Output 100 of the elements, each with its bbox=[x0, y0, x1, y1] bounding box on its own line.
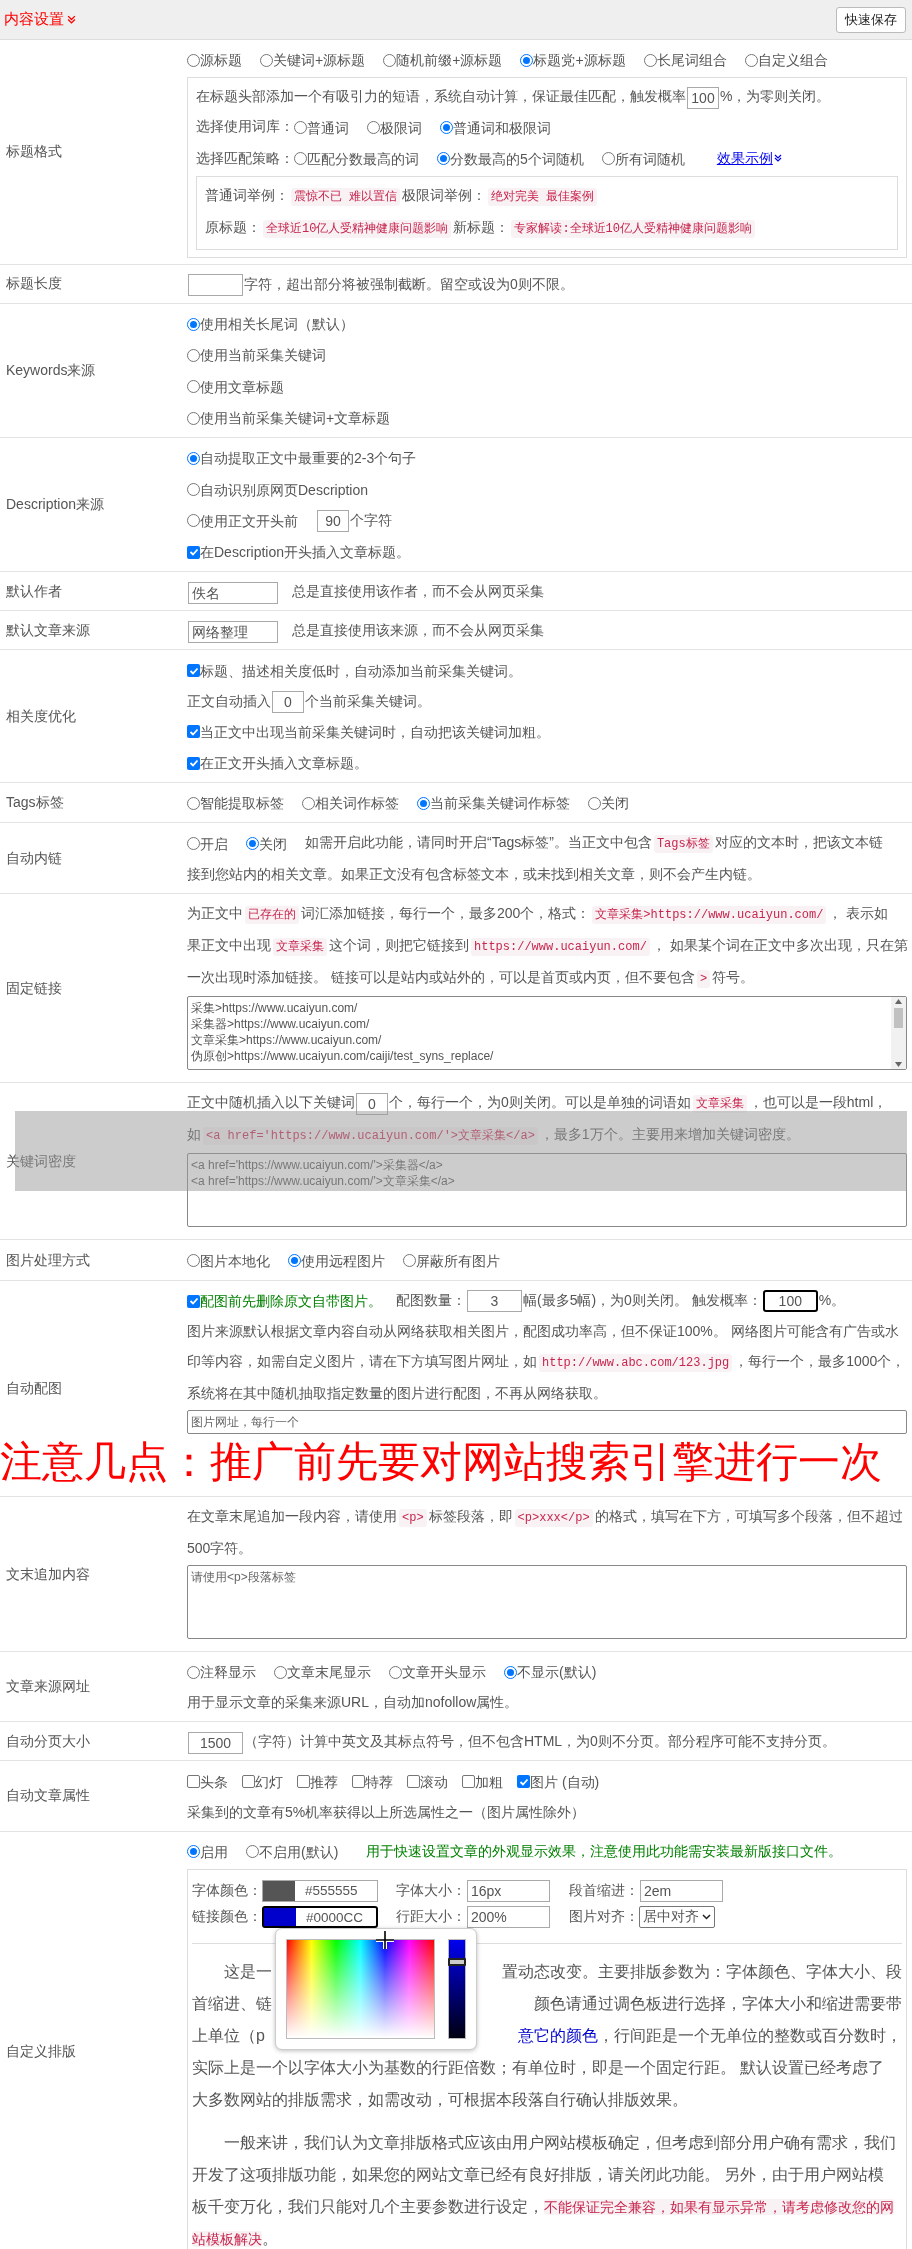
scroll-thumb[interactable] bbox=[894, 1008, 903, 1029]
text-field[interactable]: 3 bbox=[467, 1290, 522, 1313]
color-field[interactable]: #0000CC bbox=[262, 1905, 378, 1928]
radio-option[interactable]: 普通词和极限词 bbox=[440, 112, 551, 143]
checkbox[interactable] bbox=[187, 664, 200, 678]
text-field[interactable] bbox=[188, 274, 243, 297]
slider-handle[interactable] bbox=[448, 1957, 467, 1966]
checkbox-option[interactable]: 幻灯 bbox=[242, 1766, 283, 1797]
radio-button[interactable] bbox=[383, 53, 397, 67]
radio-button[interactable] bbox=[187, 514, 200, 528]
radio-button[interactable] bbox=[440, 121, 453, 135]
radio-button[interactable] bbox=[187, 411, 200, 425]
checkbox[interactable] bbox=[187, 725, 200, 739]
radio-button[interactable] bbox=[744, 53, 758, 67]
radio-button[interactable] bbox=[504, 1665, 517, 1679]
radio-button[interactable] bbox=[187, 1845, 200, 1859]
text-field[interactable]: 网络整理 bbox=[188, 620, 278, 643]
checkbox-option[interactable]: 图片 (自动) bbox=[517, 1766, 600, 1797]
text-field[interactable]: 2em bbox=[640, 1879, 723, 1902]
checkbox-option[interactable]: 加粗 bbox=[462, 1766, 503, 1797]
radio-option[interactable]: 普通词 bbox=[294, 112, 349, 143]
radio-option[interactable]: 使用文章标题 bbox=[187, 371, 284, 402]
checkbox[interactable] bbox=[187, 1294, 200, 1308]
text-field[interactable]: 0 bbox=[272, 690, 304, 713]
radio-option[interactable]: 不显示(默认) bbox=[504, 1657, 597, 1688]
checkbox-option[interactable]: 头条 bbox=[187, 1766, 228, 1797]
radio-option[interactable]: 长尾词组合 bbox=[643, 45, 727, 76]
checkbox[interactable] bbox=[242, 1775, 255, 1789]
checkbox[interactable] bbox=[187, 1775, 200, 1789]
radio-option[interactable]: 使用当前采集关键词+文章标题 bbox=[187, 403, 391, 434]
radio-button[interactable] bbox=[520, 53, 534, 67]
radio-option[interactable]: 关键词+源标题 bbox=[260, 45, 366, 76]
checkbox-option[interactable]: 推荐 bbox=[297, 1766, 338, 1797]
radio-option[interactable]: 所有词随机 bbox=[601, 143, 685, 174]
radio-option[interactable]: 屏蔽所有图片 bbox=[403, 1245, 500, 1276]
text-field[interactable]: 16px bbox=[467, 1879, 550, 1902]
radio-button[interactable] bbox=[187, 796, 200, 810]
radio-option[interactable]: 文章末尾显示 bbox=[274, 1657, 371, 1688]
radio-option[interactable]: 智能提取标签 bbox=[187, 788, 284, 819]
radio-option[interactable]: 启用 bbox=[187, 1836, 228, 1867]
radio-option[interactable]: 源标题 bbox=[187, 45, 242, 76]
color-gradient-drawing[interactable] bbox=[286, 1938, 436, 2039]
radio-button[interactable] bbox=[588, 796, 601, 810]
radio-option[interactable]: 使用正文开头前 bbox=[187, 505, 298, 536]
checkbox-option[interactable]: 当正文中出现当前采集关键词时，自动把该关键词加粗。 bbox=[187, 716, 550, 747]
radio-button[interactable] bbox=[437, 152, 450, 166]
radio-option[interactable]: 关闭 bbox=[246, 828, 287, 859]
text-field[interactable]: 100 bbox=[687, 86, 719, 109]
radio-option[interactable]: 注释显示 bbox=[187, 1657, 256, 1688]
radio-button[interactable] bbox=[187, 451, 200, 465]
checkbox-option[interactable]: 在正文开头插入文章标题。 bbox=[187, 748, 368, 779]
radio-button[interactable] bbox=[187, 349, 200, 362]
radio-button[interactable] bbox=[288, 1254, 301, 1268]
radio-option[interactable]: 极限词 bbox=[367, 112, 422, 143]
text-field[interactable]: 200% bbox=[467, 1905, 550, 1928]
radio-button[interactable] bbox=[246, 837, 259, 851]
text-field[interactable]: 100 bbox=[762, 1290, 818, 1313]
radio-button[interactable] bbox=[187, 1665, 200, 1679]
radio-option[interactable]: 使用当前采集关键词 bbox=[187, 340, 326, 371]
checkbox[interactable] bbox=[517, 1775, 530, 1789]
radio-button[interactable] bbox=[187, 317, 200, 331]
checkbox-option[interactable]: 滚动 bbox=[407, 1766, 448, 1797]
checkbox[interactable] bbox=[187, 756, 200, 770]
scrollbar[interactable] bbox=[891, 997, 906, 1070]
radio-button[interactable] bbox=[302, 796, 315, 810]
align-select[interactable]: 居中对齐 bbox=[639, 1905, 715, 1928]
radio-button[interactable] bbox=[294, 152, 307, 166]
brightness-slider[interactable] bbox=[448, 1938, 466, 2039]
radio-option[interactable]: 相关词作标签 bbox=[302, 788, 399, 819]
text-area[interactable]: 请使用<p>段落标签 bbox=[187, 1565, 907, 1640]
radio-button[interactable] bbox=[187, 837, 200, 851]
radio-button[interactable] bbox=[389, 1665, 402, 1679]
radio-option[interactable]: 开启 bbox=[187, 828, 228, 859]
checkbox[interactable] bbox=[462, 1775, 475, 1789]
checkbox[interactable] bbox=[187, 545, 200, 559]
radio-button[interactable] bbox=[187, 483, 200, 497]
up-arrow-icon[interactable] bbox=[895, 999, 902, 1005]
text-field[interactable]: 佚名 bbox=[188, 581, 278, 604]
radio-button[interactable] bbox=[187, 380, 200, 394]
radio-button[interactable] bbox=[260, 53, 273, 67]
radio-button[interactable] bbox=[417, 796, 430, 810]
down-arrow-icon[interactable] bbox=[895, 1062, 902, 1068]
radio-option[interactable]: 关闭 bbox=[588, 788, 629, 819]
color-field[interactable]: #555555 bbox=[262, 1879, 378, 1902]
radio-button[interactable] bbox=[187, 1254, 200, 1268]
text-area[interactable]: 采集>https://www.ucaiyun.com/ 采集器>https://www.ucaiyun.com/ 文章采集>https://www.ucaiyun.com/ 伪原创>https://www.ucaiyun.com/caiji/test_syns_replace/ bbox=[187, 996, 907, 1071]
radio-button[interactable] bbox=[403, 1254, 416, 1268]
radio-option[interactable]: 不启用(默认) bbox=[246, 1836, 339, 1867]
radio-option[interactable]: 自动识别原网页Description bbox=[187, 474, 369, 505]
checkbox[interactable] bbox=[407, 1775, 420, 1789]
checkbox-option[interactable]: 配图前先删除原文自带图片。 bbox=[187, 1286, 382, 1317]
radio-option[interactable]: 随机前缀+源标题 bbox=[383, 45, 503, 76]
radio-option[interactable]: 文章开头显示 bbox=[389, 1657, 486, 1688]
radio-button[interactable] bbox=[294, 121, 307, 135]
checkbox-option[interactable]: 在Description开头插入文章标题。 bbox=[187, 537, 411, 568]
checkbox[interactable] bbox=[352, 1775, 365, 1789]
text-area[interactable]: 图片网址，每行一个 bbox=[187, 1410, 907, 1435]
radio-option[interactable]: 标题党+源标题 bbox=[520, 45, 626, 76]
radio-button[interactable] bbox=[187, 53, 200, 67]
radio-option[interactable]: 自定义组合 bbox=[744, 45, 828, 76]
